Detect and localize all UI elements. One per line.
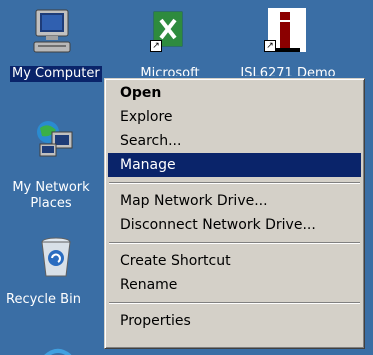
menu-item-search[interactable]: Search... xyxy=(108,129,361,153)
menu-item-create-shortcut[interactable]: Create Shortcut xyxy=(108,249,361,273)
menu-item-disconnect-network-drive[interactable]: Disconnect Network Drive... xyxy=(108,213,361,237)
menu-item-open[interactable]: Open xyxy=(108,81,361,105)
menu-item-explore[interactable]: Explore xyxy=(108,105,361,129)
isl6271-demo-icon[interactable]: ↗ xyxy=(262,6,312,58)
recycle-bin-icon[interactable] xyxy=(36,234,76,280)
menu-item-properties[interactable]: Properties xyxy=(108,309,361,333)
network-places-icon[interactable] xyxy=(34,118,78,162)
excel-label[interactable]: Microsoft xyxy=(136,66,204,76)
menu-item-rename[interactable]: Rename xyxy=(108,273,361,297)
my-computer-label[interactable]: My Computer xyxy=(10,66,102,82)
network-places-label[interactable]: My Network Places xyxy=(2,180,100,212)
isl6271-demo-label[interactable]: ISL6271 Demo xyxy=(236,66,340,76)
excel-icon[interactable]: ↗ xyxy=(148,8,188,56)
menu-item-map-network-drive[interactable]: Map Network Drive... xyxy=(108,189,361,213)
menu-separator xyxy=(109,182,360,184)
menu-separator xyxy=(109,242,360,244)
menu-separator xyxy=(109,302,360,304)
recycle-bin-label[interactable]: Recycle Bin xyxy=(6,292,81,308)
partial-icon xyxy=(36,342,76,355)
my-computer-icon[interactable] xyxy=(30,6,74,58)
context-menu: Open Explore Search... Manage Map Networ… xyxy=(104,78,365,349)
menu-item-manage[interactable]: Manage xyxy=(108,153,361,177)
